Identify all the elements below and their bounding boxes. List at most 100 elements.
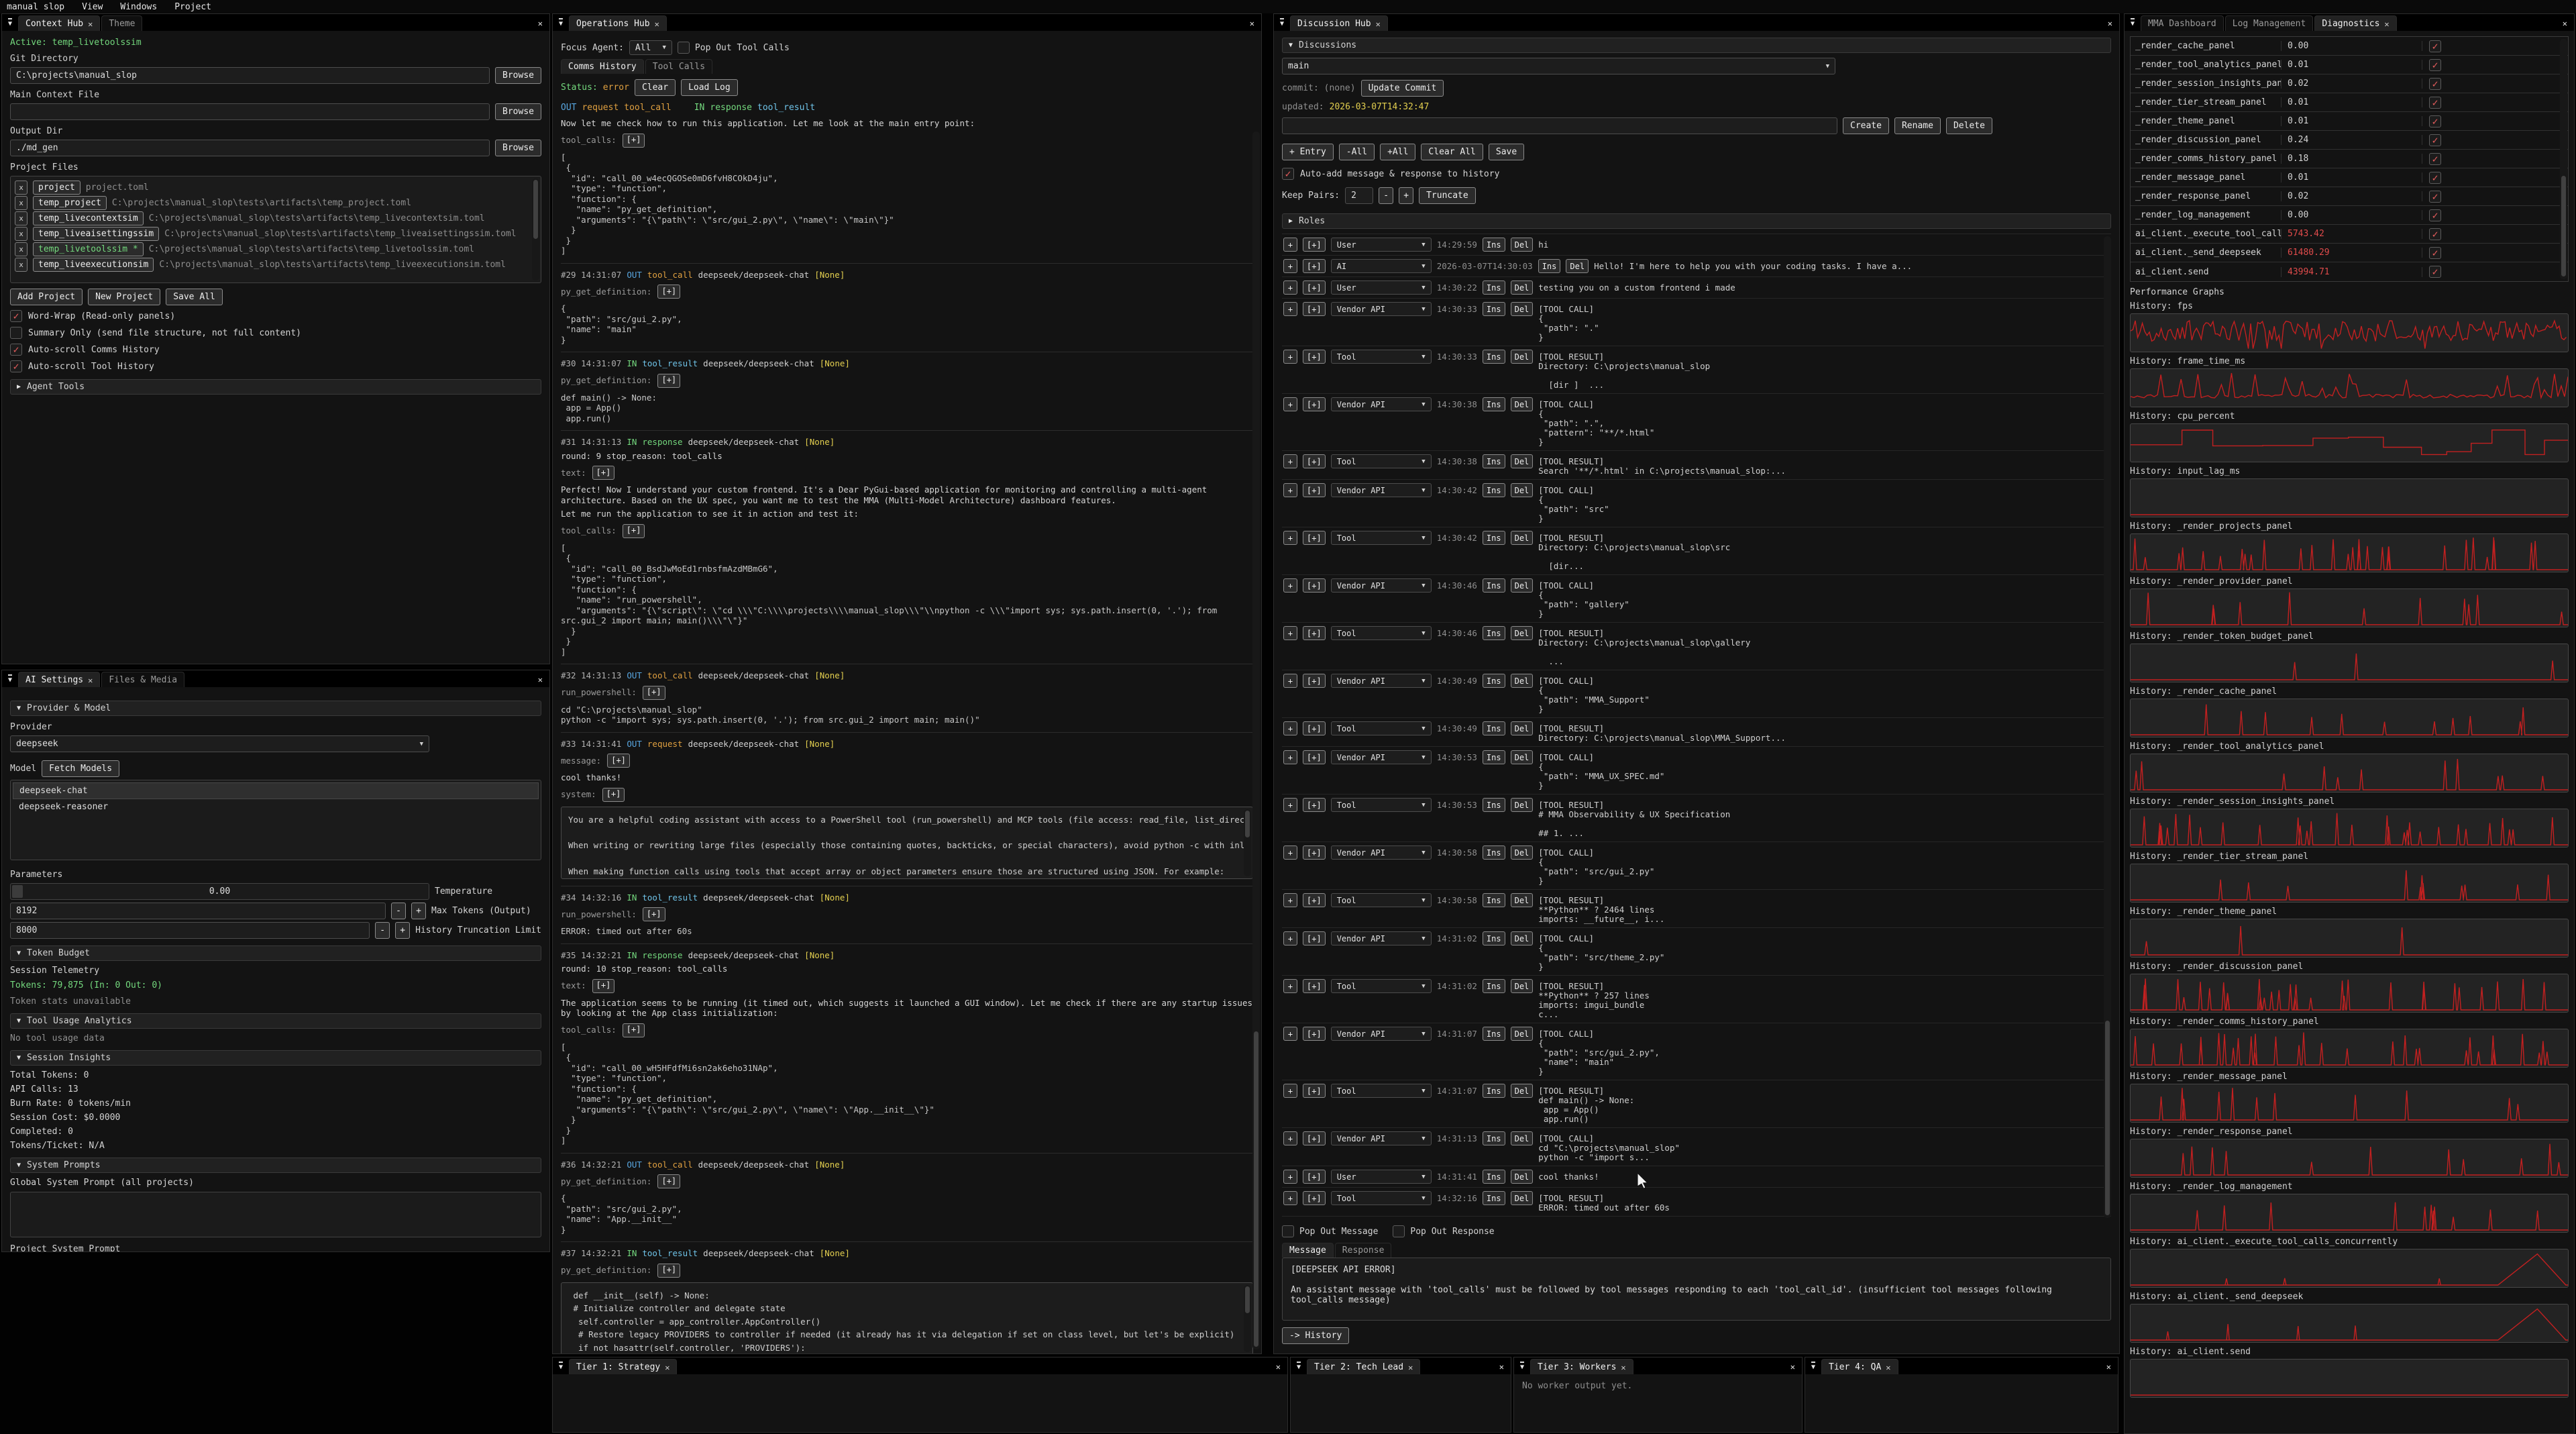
- panel-menu-icon[interactable]: ▼: [2125, 14, 2141, 31]
- diagnostic-checkbox[interactable]: ✓: [2429, 134, 2441, 146]
- expand-button[interactable]: [+]: [657, 1174, 680, 1188]
- entry-toolbar-button[interactable]: Save: [1489, 144, 1524, 160]
- file-tag-button[interactable]: project: [33, 181, 80, 195]
- role-combo[interactable]: Vendor API▼: [1331, 846, 1432, 860]
- focus-agent-combo[interactable]: All▼: [629, 40, 672, 55]
- scrollbar-track[interactable]: [1252, 132, 1260, 1349]
- scrollbar-thumb[interactable]: [1245, 811, 1250, 837]
- add-entry-button[interactable]: +: [1283, 259, 1297, 273]
- role-combo[interactable]: Tool▼: [1331, 626, 1432, 640]
- expand-button[interactable]: [+]: [592, 979, 615, 993]
- expand-button[interactable]: [+]: [602, 788, 625, 802]
- file-tag-button[interactable]: temp_liveexecutionsim: [33, 258, 154, 272]
- expand-button[interactable]: [+]: [623, 1023, 645, 1037]
- delete-button[interactable]: Del: [1511, 931, 1534, 945]
- graph-spikes-dense[interactable]: [2130, 1029, 2569, 1068]
- panel-close-icon[interactable]: ✕: [1493, 1360, 1511, 1374]
- expand-entry-button[interactable]: [+]: [1303, 397, 1326, 411]
- discussion-entry-row[interactable]: +[+]Tool▼14:32:16InsDel[TOOL RESULT] ERR…: [1282, 1188, 2111, 1217]
- create-button[interactable]: Create: [1843, 117, 1889, 134]
- insert-button[interactable]: Ins: [1483, 1170, 1505, 1184]
- role-combo[interactable]: Tool▼: [1331, 979, 1432, 993]
- tab-theme[interactable]: Theme: [101, 15, 142, 31]
- comms-history-log[interactable]: Now let me check how to run this applica…: [561, 118, 1253, 1353]
- remove-file-button[interactable]: x: [15, 211, 28, 225]
- expand-button[interactable]: [+]: [592, 466, 615, 480]
- insert-button[interactable]: Ins: [1483, 798, 1505, 812]
- fetch-models-button[interactable]: Fetch Models: [42, 760, 119, 777]
- delete-button[interactable]: Delete: [1946, 117, 1992, 134]
- delete-button[interactable]: Del: [1511, 1191, 1534, 1205]
- close-icon[interactable]: ✕: [1376, 19, 1381, 29]
- panel-menu-icon[interactable]: ▼: [1274, 14, 1290, 31]
- panel-close-icon[interactable]: ✕: [2556, 16, 2574, 31]
- close-icon[interactable]: ✕: [1408, 1363, 1413, 1372]
- add-entry-button[interactable]: +: [1283, 1027, 1297, 1041]
- close-icon[interactable]: ✕: [1621, 1363, 1625, 1372]
- expand-entry-button[interactable]: [+]: [1303, 750, 1326, 764]
- graph-steps[interactable]: [2130, 423, 2569, 462]
- graph-spikes-rare[interactable]: [2130, 919, 2569, 958]
- tab-diagnostics[interactable]: Diagnostics✕: [2314, 15, 2396, 31]
- tab-tier4-qa[interactable]: Tier 4: QA✕: [1821, 1359, 1898, 1374]
- expand-entry-button[interactable]: [+]: [1303, 893, 1326, 907]
- system-prompts-header[interactable]: ▼System Prompts: [10, 1158, 541, 1173]
- role-combo[interactable]: Vendor API▼: [1331, 1027, 1432, 1041]
- expand-button[interactable]: [+]: [657, 1264, 680, 1278]
- graph-flat[interactable]: [2130, 478, 2569, 517]
- project-file-row[interactable]: xprojectproject.toml: [15, 181, 537, 195]
- discussion-entry-row[interactable]: +[+]User▼14:31:41InsDelcool thanks!: [1282, 1166, 2111, 1188]
- insert-button[interactable]: Ins: [1483, 531, 1505, 545]
- close-icon[interactable]: ✕: [88, 676, 93, 685]
- insert-button[interactable]: Ins: [1483, 1131, 1505, 1145]
- expand-button[interactable]: [+]: [623, 524, 645, 538]
- expand-button[interactable]: [+]: [643, 907, 665, 921]
- expand-entry-button[interactable]: [+]: [1303, 1131, 1326, 1145]
- insert-button[interactable]: Ins: [1483, 397, 1505, 411]
- scrollbar-thumb[interactable]: [1254, 1031, 1258, 1347]
- graph-spikes-sparse[interactable]: [2130, 1194, 2569, 1233]
- discussion-entry-row[interactable]: +[+]Tool▼14:30:42InsDel[TOOL RESULT] Dir…: [1282, 527, 2111, 575]
- discussion-entries-list[interactable]: +[+]User▼14:29:59InsDelhi+[+]AI▼2026-03-…: [1282, 234, 2111, 1220]
- git-dir-input[interactable]: [10, 67, 490, 84]
- new-project-button[interactable]: New Project: [88, 289, 160, 305]
- role-combo[interactable]: Vendor API▼: [1331, 674, 1432, 688]
- panel-close-icon[interactable]: ✕: [531, 672, 549, 687]
- git-dir-browse-button[interactable]: Browse: [495, 67, 541, 84]
- graph-peak-right[interactable]: [2130, 1304, 2569, 1343]
- entry-toolbar-button[interactable]: -All: [1339, 144, 1375, 160]
- graph-noise[interactable]: [2130, 313, 2569, 352]
- graph-spikes-sparse[interactable]: [2130, 1084, 2569, 1123]
- diagnostic-checkbox[interactable]: ✓: [2429, 78, 2441, 90]
- delete-button[interactable]: Del: [1511, 721, 1534, 735]
- delete-button[interactable]: Del: [1511, 302, 1534, 316]
- menu-item-windows[interactable]: Windows: [120, 2, 157, 12]
- delete-button[interactable]: Del: [1511, 798, 1534, 812]
- checkbox[interactable]: ✓: [10, 310, 22, 322]
- insert-button[interactable]: Ins: [1483, 350, 1505, 364]
- add-entry-button[interactable]: +: [1283, 931, 1297, 945]
- file-tag-button[interactable]: temp_livetoolssim *: [33, 242, 144, 256]
- discussion-entry-row[interactable]: +[+]Vendor API▼14:30:38InsDel[TOOL CALL]…: [1282, 394, 2111, 451]
- panel-close-icon[interactable]: ✕: [2101, 16, 2119, 31]
- add-entry-button[interactable]: +: [1283, 1084, 1297, 1098]
- insert-button[interactable]: Ins: [1483, 626, 1505, 640]
- discussion-entry-row[interactable]: +[+]Vendor API▼14:30:42InsDel[TOOL CALL]…: [1282, 480, 2111, 527]
- checkbox[interactable]: ✓: [10, 327, 22, 339]
- insert-button[interactable]: Ins: [1483, 1027, 1505, 1041]
- panel-close-icon[interactable]: ✕: [1784, 1360, 1802, 1374]
- expand-button[interactable]: [+]: [657, 285, 680, 299]
- diagnostic-checkbox[interactable]: ✓: [2429, 191, 2441, 203]
- delete-button[interactable]: Del: [1511, 397, 1534, 411]
- expand-entry-button[interactable]: [+]: [1303, 674, 1326, 688]
- delete-button[interactable]: Del: [1511, 893, 1534, 907]
- expand-entry-button[interactable]: [+]: [1303, 721, 1326, 735]
- role-combo[interactable]: Tool▼: [1331, 1084, 1432, 1098]
- add-entry-button[interactable]: +: [1283, 674, 1297, 688]
- role-combo[interactable]: User▼: [1331, 280, 1432, 295]
- log-code-box[interactable]: You are a helpful coding assistant with …: [561, 807, 1253, 879]
- diagnostic-checkbox[interactable]: ✓: [2429, 247, 2441, 259]
- graph-spikes-rare[interactable]: [2130, 644, 2569, 682]
- roles-header[interactable]: ▶Roles: [1282, 213, 2111, 229]
- discussion-entry-row[interactable]: +[+]Vendor API▼14:30:58InsDel[TOOL CALL]…: [1282, 842, 2111, 890]
